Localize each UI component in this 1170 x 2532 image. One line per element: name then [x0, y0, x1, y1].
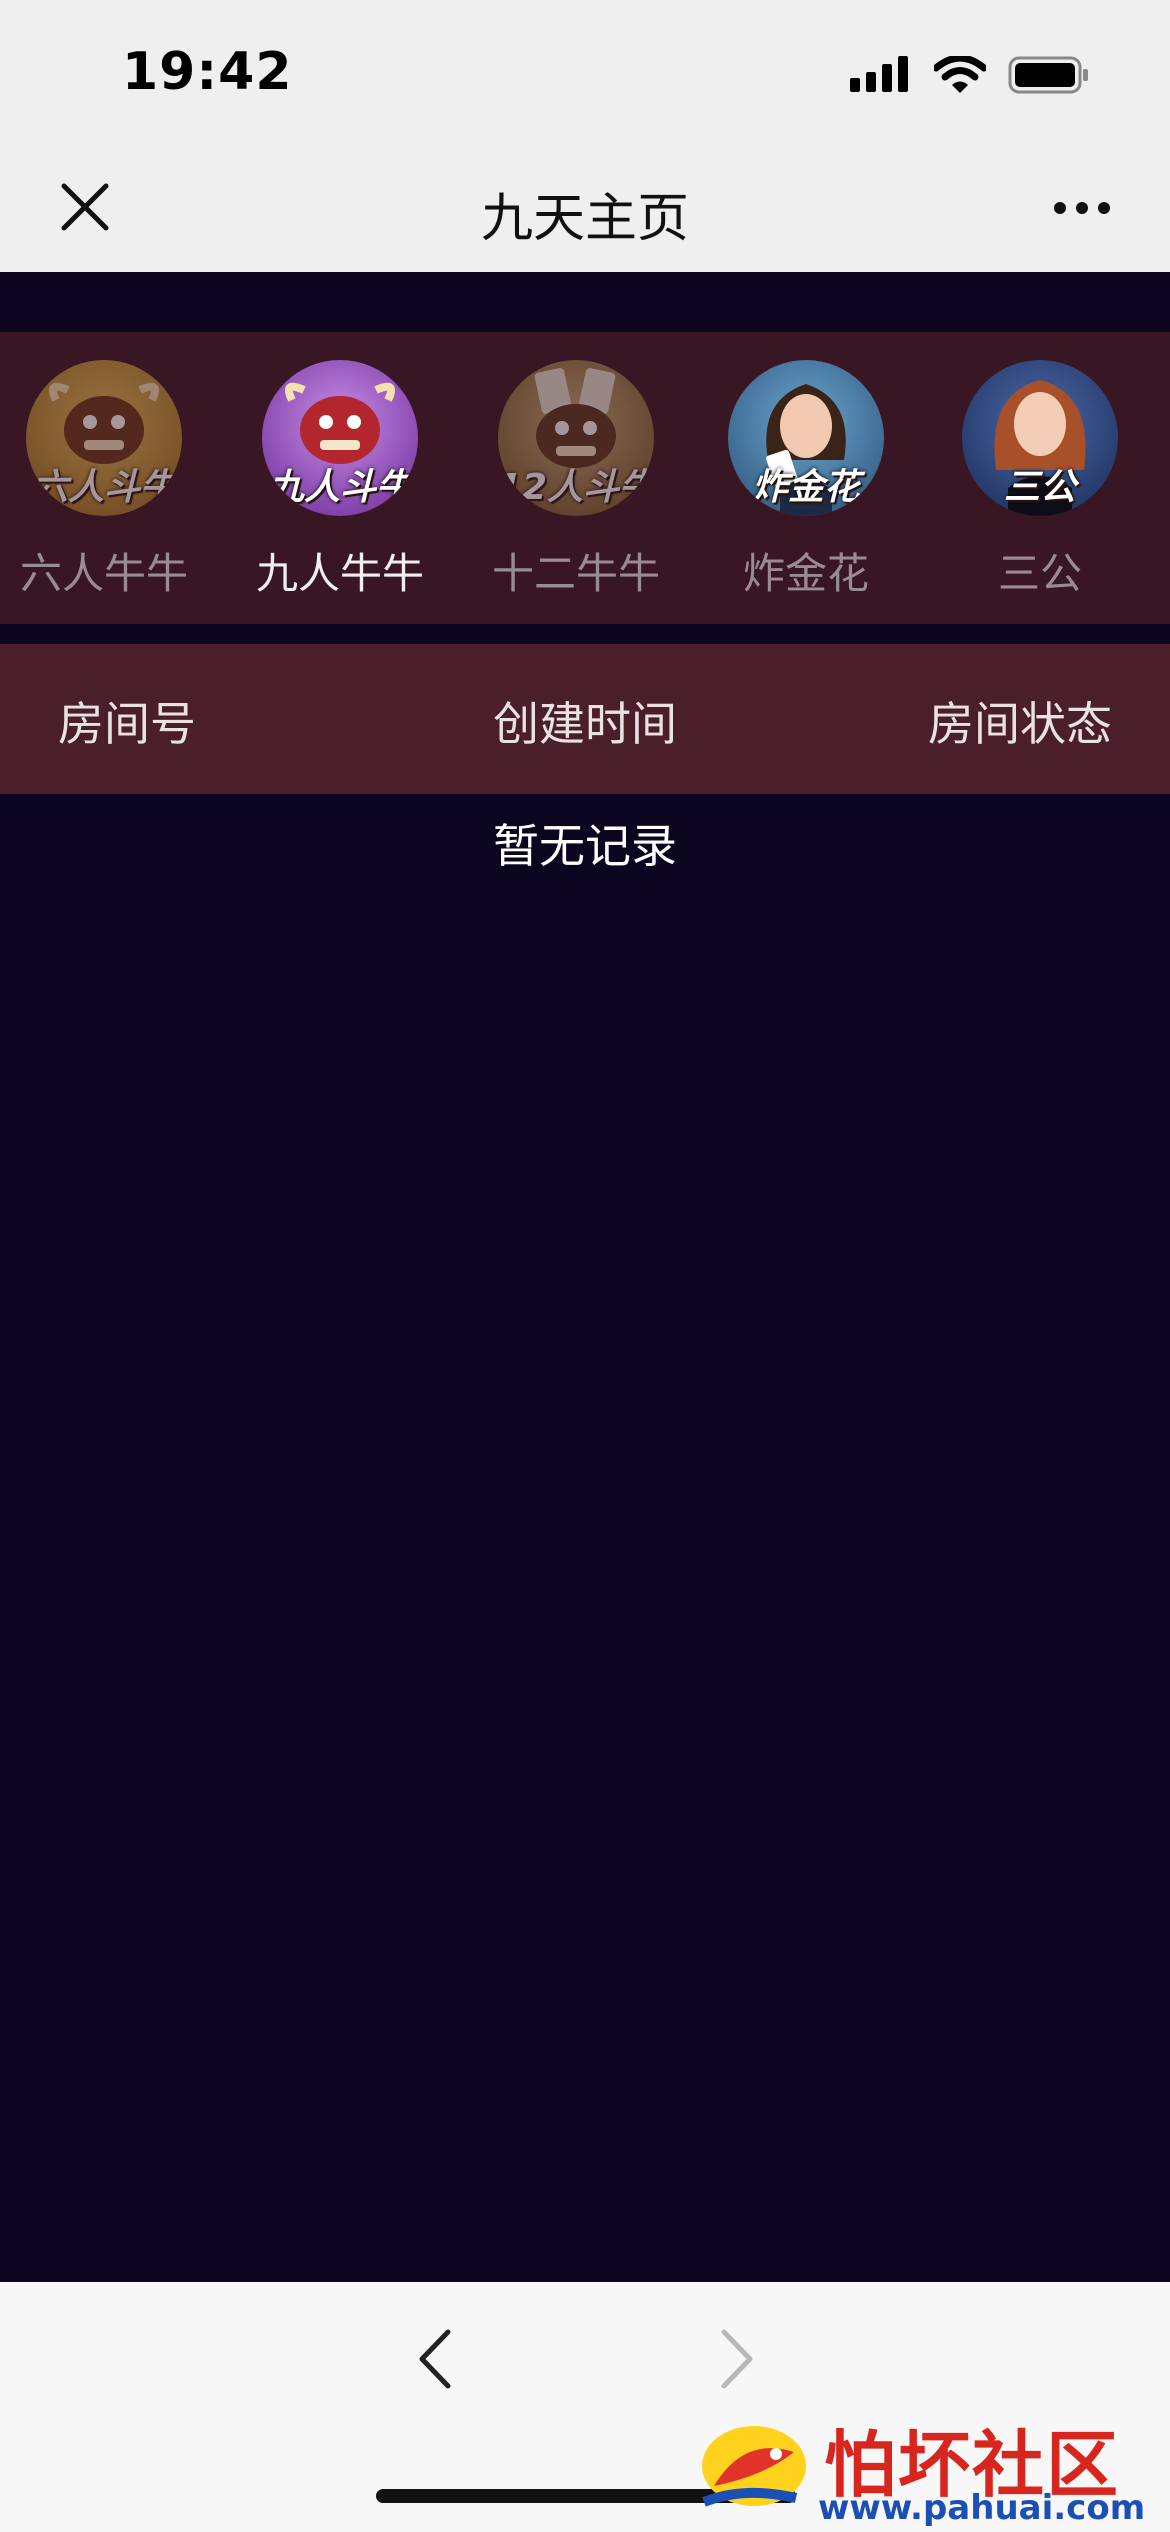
game-badge: 六人斗牛: [31, 467, 176, 508]
status-bar: 19:42: [0, 0, 1170, 140]
forward-arrow-icon[interactable]: [712, 2326, 762, 2392]
empty-state-text: 暂无记录: [493, 819, 677, 873]
card-girl-icon: 三公: [962, 360, 1118, 516]
nav-bar: 九天主页: [0, 140, 1170, 273]
card-girl-icon: 炸金花: [728, 360, 884, 516]
page-title: 九天主页: [480, 189, 689, 249]
game-label: 九人牛牛: [255, 549, 424, 598]
more-options-icon[interactable]: [1052, 198, 1112, 218]
game-label: 炸金花: [742, 549, 869, 598]
back-arrow-icon[interactable]: [410, 2326, 460, 2392]
game-label: 十二牛牛: [491, 549, 660, 598]
game-selector: 六人斗牛 六人牛牛 九人斗牛 九人牛牛 12人斗牛 十二牛牛 炸金花 炸金花 三…: [0, 332, 1170, 624]
game-item-six-niuniu[interactable]: 六人斗牛 六人牛牛: [4, 332, 204, 624]
game-badge: 12人斗牛: [498, 467, 654, 508]
table-header: 房间号 创建时间 房间状态: [0, 644, 1170, 794]
wifi-icon: [934, 56, 986, 93]
game-item-zhajinhua[interactable]: 炸金花 炸金花: [706, 332, 906, 624]
game-item-twelve-niuniu[interactable]: 12人斗牛 十二牛牛: [476, 332, 676, 624]
bottom-toolbar: 怕坏社区 www.pahuai.com: [0, 2282, 1170, 2532]
game-label: 三公: [997, 549, 1082, 598]
fish-logo-icon: [702, 2426, 806, 2507]
status-icons: [850, 56, 1090, 94]
game-item-nine-niuniu[interactable]: 九人斗牛 九人牛牛: [240, 332, 440, 624]
status-time: 19:42: [122, 42, 293, 102]
game-item-sangong[interactable]: 三公 三公: [940, 332, 1140, 624]
game-badge: 三公: [1003, 467, 1076, 508]
watermark-url: www.pahuai.com: [818, 2488, 1146, 2528]
game-badge: 九人斗牛: [267, 467, 412, 508]
cellular-signal-icon: [850, 56, 908, 92]
main-content: 六人斗牛 六人牛牛 九人斗牛 九人牛牛 12人斗牛 十二牛牛 炸金花 炸金花 三…: [0, 272, 1170, 2282]
watermark: 怕坏社区 www.pahuai.com: [684, 2406, 1154, 2528]
bull-mascot-icon: 九人斗牛: [262, 360, 418, 516]
column-header-room-status: 房间状态: [928, 697, 1112, 751]
bull-mascot-icon: 12人斗牛: [498, 360, 654, 516]
game-label: 六人牛牛: [19, 549, 188, 598]
bull-mascot-icon: 六人斗牛: [26, 360, 182, 516]
battery-icon: [1008, 56, 1088, 94]
game-badge: 炸金花: [751, 467, 860, 508]
